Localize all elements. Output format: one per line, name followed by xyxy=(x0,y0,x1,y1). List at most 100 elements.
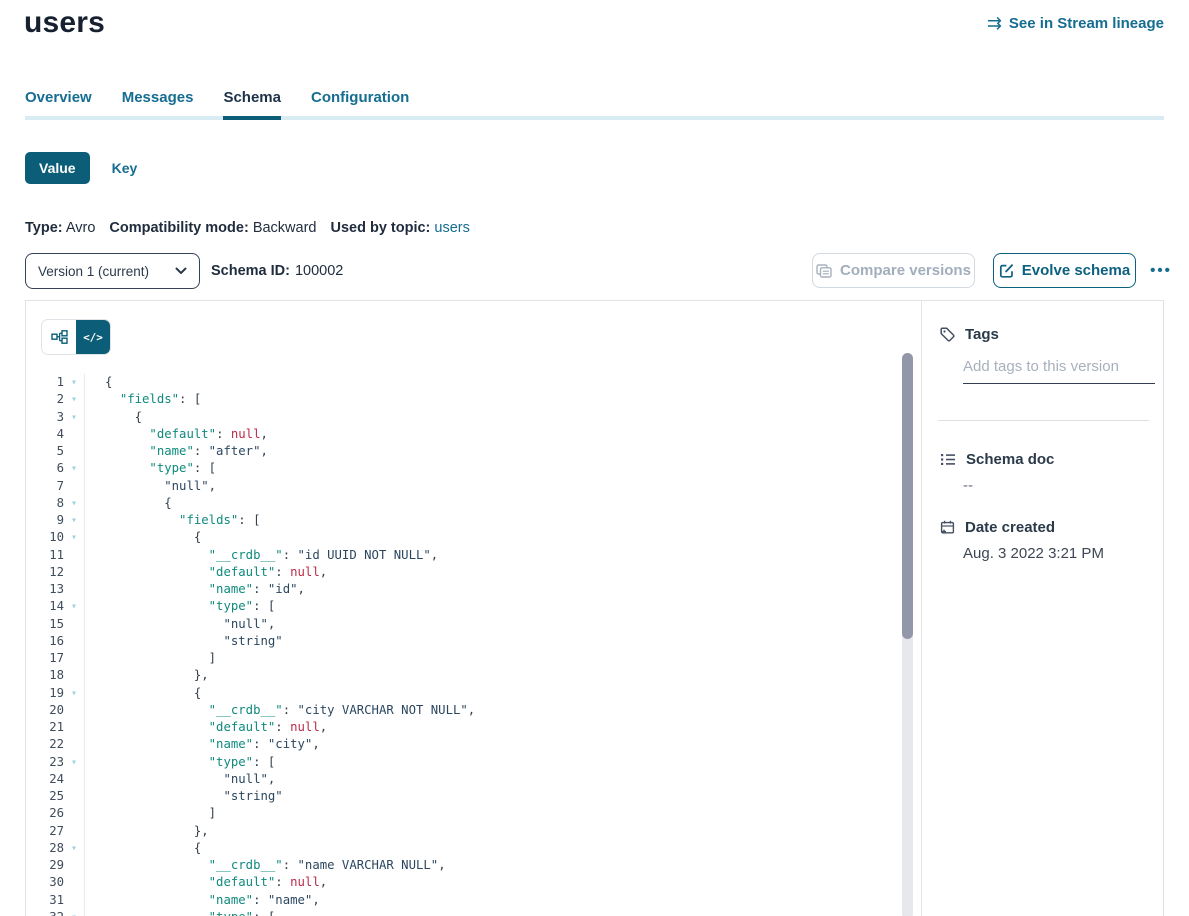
doc-list-icon xyxy=(940,453,956,466)
line-number: 5 xyxy=(26,443,64,460)
compatibility-label: Compatibility mode: xyxy=(109,220,248,236)
code-text: "default": null, xyxy=(85,426,268,443)
line-number: 7 xyxy=(26,478,64,495)
line-number: 16 xyxy=(26,633,64,650)
line-number: 14 xyxy=(26,598,64,615)
version-select[interactable]: Version 1 (current) xyxy=(25,253,200,289)
code-line: 20 "__crdb__": "city VARCHAR NOT NULL", xyxy=(26,702,901,719)
fold-gutter xyxy=(64,805,85,822)
date-created-title: Date created xyxy=(965,519,1055,536)
code-line: 18 }, xyxy=(26,667,901,684)
tags-section-header: Tags xyxy=(940,326,999,343)
line-number: 20 xyxy=(26,702,64,719)
code-line: 17 ] xyxy=(26,650,901,667)
code-text: "name": "city", xyxy=(85,736,320,753)
line-number: 15 xyxy=(26,616,64,633)
line-number: 28 xyxy=(26,840,64,857)
used-by-topic-link[interactable]: users xyxy=(434,220,469,236)
code-text: "string" xyxy=(85,788,283,805)
used-by-topic-label: Used by topic: xyxy=(330,220,430,236)
code-view-button[interactable]: </> xyxy=(76,320,110,354)
code-line: 26 ] xyxy=(26,805,901,822)
fold-toggle-icon[interactable]: ▾ xyxy=(64,391,85,408)
more-options-button[interactable]: ••• xyxy=(1144,253,1178,288)
add-tags-input[interactable] xyxy=(963,354,1155,384)
compare-versions-button[interactable]: Compare versions xyxy=(812,253,975,288)
tab-overview[interactable]: Overview xyxy=(25,89,92,116)
code-text: "name": "name", xyxy=(85,892,320,909)
fold-toggle-icon[interactable]: ▾ xyxy=(64,840,85,857)
schema-id-label: Schema ID: xyxy=(211,263,290,279)
fold-toggle-icon[interactable]: ▾ xyxy=(64,495,85,512)
fold-gutter xyxy=(64,547,85,564)
fold-toggle-icon[interactable]: ▾ xyxy=(64,409,85,426)
code-line: 19▾ { xyxy=(26,685,901,702)
fold-gutter xyxy=(64,719,85,736)
schema-code-editor[interactable]: 1▾{2▾ "fields": [3▾ {4 "default": null,5… xyxy=(26,367,901,916)
line-number: 2 xyxy=(26,391,64,408)
fold-gutter xyxy=(64,616,85,633)
line-number: 12 xyxy=(26,564,64,581)
line-number: 31 xyxy=(26,892,64,909)
code-text: { xyxy=(85,495,172,512)
line-number: 30 xyxy=(26,874,64,891)
code-text: "null", xyxy=(85,771,275,788)
calendar-plus-icon xyxy=(940,520,955,535)
code-lines: 1▾{2▾ "fields": [3▾ {4 "default": null,5… xyxy=(26,367,901,916)
schema-doc-section-header: Schema doc xyxy=(940,451,1054,468)
tab-messages[interactable]: Messages xyxy=(122,89,194,116)
value-toggle-button[interactable]: Value xyxy=(25,152,90,184)
fold-toggle-icon[interactable]: ▾ xyxy=(64,754,85,771)
code-line: 32▾ "type": [ xyxy=(26,909,901,916)
see-in-stream-lineage-link[interactable]: ⇉ See in Stream lineage xyxy=(987,14,1164,32)
editor-scrollbar-thumb[interactable] xyxy=(902,353,913,639)
code-line: 8▾ { xyxy=(26,495,901,512)
line-number: 10 xyxy=(26,529,64,546)
code-text: "name": "id", xyxy=(85,581,305,598)
editor-scrollbar-track[interactable] xyxy=(902,353,913,916)
fold-toggle-icon[interactable]: ▾ xyxy=(64,374,85,391)
tab-configuration[interactable]: Configuration xyxy=(311,89,409,116)
line-number: 11 xyxy=(26,547,64,564)
fold-gutter xyxy=(64,633,85,650)
line-number: 22 xyxy=(26,736,64,753)
line-number: 8 xyxy=(26,495,64,512)
code-line: 1▾{ xyxy=(26,374,901,391)
code-text: "fields": [ xyxy=(85,391,201,408)
fold-gutter xyxy=(64,443,85,460)
code-line: 5 "name": "after", xyxy=(26,443,901,460)
code-text: "string" xyxy=(85,633,283,650)
code-text: "default": null, xyxy=(85,874,327,891)
fold-gutter xyxy=(64,788,85,805)
code-line: 7 "null", xyxy=(26,478,901,495)
key-toggle-button[interactable]: Key xyxy=(112,160,138,176)
line-number: 23 xyxy=(26,754,64,771)
fold-toggle-icon[interactable]: ▾ xyxy=(64,460,85,477)
code-text: "type": [ xyxy=(85,460,216,477)
fold-toggle-icon[interactable]: ▾ xyxy=(64,598,85,615)
line-number: 27 xyxy=(26,823,64,840)
stream-lineage-label: See in Stream lineage xyxy=(1009,15,1164,32)
code-text: ] xyxy=(85,650,216,667)
type-value: Avro xyxy=(66,220,96,236)
fold-toggle-icon[interactable]: ▾ xyxy=(64,512,85,529)
code-text: { xyxy=(85,685,201,702)
code-line: 9▾ "fields": [ xyxy=(26,512,901,529)
code-line: 14▾ "type": [ xyxy=(26,598,901,615)
code-line: 21 "default": null, xyxy=(26,719,901,736)
topic-tabs: Overview Messages Schema Configuration xyxy=(25,89,1164,120)
tab-schema[interactable]: Schema xyxy=(223,89,281,116)
code-line: 22 "name": "city", xyxy=(26,736,901,753)
line-number: 32 xyxy=(26,909,64,916)
compatibility-field: Compatibility mode: Backward xyxy=(109,220,316,236)
fold-toggle-icon[interactable]: ▾ xyxy=(64,909,85,916)
fold-toggle-icon[interactable]: ▾ xyxy=(64,685,85,702)
evolve-schema-button[interactable]: Evolve schema xyxy=(993,253,1136,288)
code-text: "null", xyxy=(85,616,275,633)
code-text: "default": null, xyxy=(85,564,327,581)
compare-versions-label: Compare versions xyxy=(840,262,971,279)
tree-view-button[interactable] xyxy=(42,320,76,354)
editor-view-toggle: </> xyxy=(42,320,110,354)
fold-toggle-icon[interactable]: ▾ xyxy=(64,529,85,546)
fold-gutter xyxy=(64,892,85,909)
